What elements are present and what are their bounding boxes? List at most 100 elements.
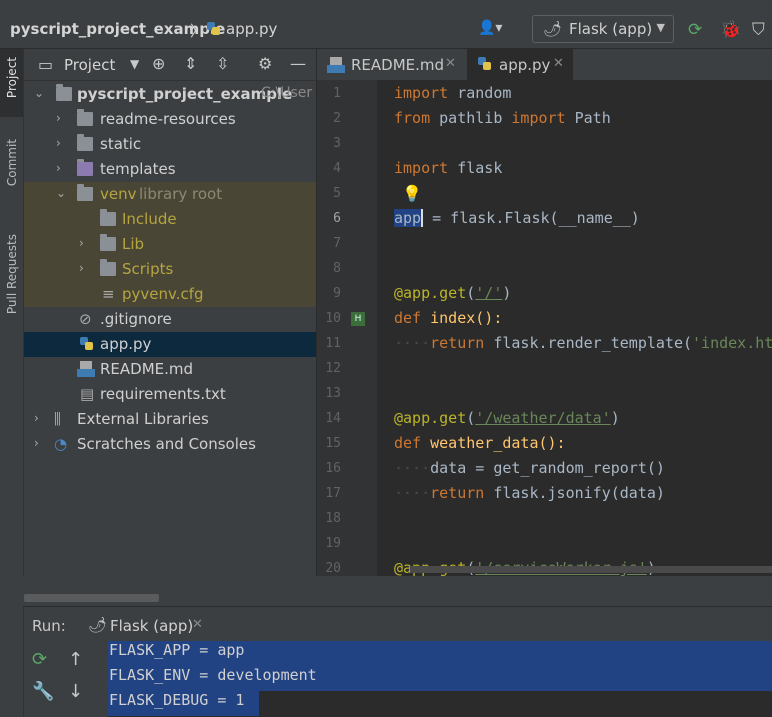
lightbulb-icon[interactable]: 💡: [402, 184, 422, 203]
tab-app-py[interactable]: app.py ✕: [467, 49, 573, 83]
arrow-down-icon[interactable]: ↓: [68, 681, 83, 702]
project-tool-window: ▭ Project ▼ ⊕ ⇕ ⇳ ⚙ — ⌄ pyscript_project…: [24, 49, 316, 605]
close-icon[interactable]: ✕: [192, 617, 203, 632]
tree-item-app-py[interactable]: app.py: [24, 332, 316, 357]
line-number: 16: [325, 461, 341, 476]
tree-item-readme-md[interactable]: README.md: [24, 357, 316, 382]
tree-item-label: Lib: [122, 235, 145, 253]
line-number: 1: [333, 86, 341, 101]
hide-icon[interactable]: —: [290, 54, 306, 73]
folder-icon: [77, 134, 93, 151]
tab-readme-md[interactable]: README.md ✕: [317, 49, 465, 80]
tree-item-scripts[interactable]: › Scripts: [24, 257, 316, 282]
chevron-right-icon: ›: [79, 236, 84, 250]
user-icon[interactable]: 👤▾: [478, 20, 512, 40]
tool-tab-commit-label: Commit: [4, 139, 19, 187]
editor-horizontal-scrollbar[interactable]: [410, 566, 772, 573]
library-icon: ⫼: [54, 410, 61, 428]
line-number: 3: [333, 136, 341, 151]
chevron-right-icon: ›: [56, 111, 61, 125]
tool-tab-project[interactable]: Project: [0, 49, 23, 117]
tree-item-readme-resources[interactable]: › readme-resources: [24, 107, 316, 132]
scratches-icon: ◔: [54, 435, 68, 453]
folder-icon: [77, 109, 93, 126]
line-number: 4: [333, 161, 341, 176]
folder-icon: [56, 84, 72, 101]
line-number: 18: [325, 511, 341, 526]
close-icon[interactable]: ✕: [553, 56, 564, 71]
code-editor[interactable]: import random from pathlib import Path i…: [378, 80, 772, 576]
run-console-output[interactable]: FLASK_APP = app FLASK_ENV = development …: [108, 641, 772, 717]
tree-item-venv[interactable]: ⌄ venv library root: [24, 182, 316, 207]
gear-icon[interactable]: ⚙: [258, 54, 272, 73]
chevron-down-icon[interactable]: ▼: [130, 57, 139, 71]
coverage-icon[interactable]: ⛉: [752, 20, 765, 40]
run-tab-flask-app[interactable]: 🌶 Flask (app) ✕: [82, 607, 212, 644]
code-line: ····return flask.render_template('index.…: [394, 334, 772, 352]
console-line: FLASK_ENV = development: [108, 666, 772, 691]
close-icon[interactable]: ✕: [445, 56, 456, 71]
chevron-right-icon: ›: [34, 411, 39, 425]
tool-tab-pull-requests-label: Pull Requests: [4, 234, 19, 315]
console-line: FLASK_APP = app: [108, 641, 772, 666]
tree-item-templates[interactable]: › templates: [24, 157, 316, 182]
run-panel-label: Run:: [32, 617, 66, 635]
run-tab-label: Flask (app): [110, 617, 194, 635]
code-line: import random: [394, 84, 512, 102]
tree-item-scratches[interactable]: › ◔ Scratches and Consoles: [24, 432, 316, 457]
tree-item-lib[interactable]: › Lib: [24, 232, 316, 257]
tool-tab-commit[interactable]: Commit: [0, 139, 23, 209]
tree-item-label: venv: [100, 185, 137, 203]
tree-item-label: pyscript_project_example: [77, 85, 293, 103]
project-horizontal-scrollbar[interactable]: [24, 594, 159, 602]
tree-item-label: External Libraries: [77, 410, 209, 428]
line-number: 9: [333, 286, 341, 301]
navigation-bar: pyscript_project_example 〉 app.py 👤▾ 🌶 F…: [0, 8, 772, 49]
wrench-icon[interactable]: 🔧: [32, 681, 54, 702]
run-configuration-label: Flask (app): [569, 20, 653, 38]
tree-item-static[interactable]: › static: [24, 132, 316, 157]
line-number: 13: [325, 386, 341, 401]
chevron-down-icon: ⌄: [56, 186, 67, 200]
debug-icon[interactable]: 🐞: [720, 20, 741, 40]
tree-item-label: app.py: [100, 335, 152, 353]
tree-item-requirements-txt[interactable]: ▤ requirements.txt: [24, 382, 316, 407]
tab-label: app.py: [499, 56, 551, 74]
collapse-all-icon[interactable]: ⇳: [216, 54, 229, 73]
tree-item-include[interactable]: Include: [24, 207, 316, 232]
run-panel-header: Run: 🌶 Flask (app) ✕: [24, 607, 772, 644]
python-file-icon: [477, 56, 493, 76]
tree-item-gitignore[interactable]: ⊘ .gitignore: [24, 307, 316, 332]
arrow-up-icon[interactable]: ↑: [68, 649, 83, 670]
chevron-down-icon: ⌄: [34, 86, 45, 100]
editor-tab-bar: README.md ✕ app.py ✕: [317, 49, 772, 83]
tree-item-external-libraries[interactable]: › ⫼ External Libraries: [24, 407, 316, 432]
left-tool-strip: Project Commit Pull Requests: [0, 49, 24, 717]
tree-item-label: pyvenv.cfg: [122, 285, 204, 303]
tree-item-label: static: [100, 135, 142, 153]
chevron-right-icon: ›: [56, 136, 61, 150]
run-gutter-icon[interactable]: H: [351, 312, 365, 326]
python-file-icon: [79, 336, 95, 350]
line-number: 19: [325, 536, 341, 551]
rerun-icon[interactable]: ⟳: [688, 20, 702, 40]
console-line: FLASK_DEBUG = 1: [108, 691, 259, 716]
templates-folder-icon: [77, 159, 93, 176]
markdown-file-icon: [77, 361, 95, 377]
code-line: import flask: [394, 159, 503, 177]
markdown-file-icon: [327, 57, 345, 77]
run-configuration-select[interactable]: 🌶 Flask (app) ▼: [532, 15, 674, 43]
rerun-icon[interactable]: ⟳: [32, 649, 47, 670]
gitignore-file-icon: ⊘: [79, 310, 92, 328]
editor-gutter: 1 2 3 4 5 6 7 8 9 10 11 12 13 14 15 16 1…: [317, 80, 377, 576]
locate-icon[interactable]: ⊕: [152, 54, 165, 73]
tool-tab-pull-requests[interactable]: Pull Requests: [0, 234, 23, 344]
tree-item-pyvenv-cfg[interactable]: ≡ pyvenv.cfg: [24, 282, 316, 307]
project-view-select[interactable]: Project: [64, 56, 115, 74]
code-line: @app.get('/'): [394, 284, 512, 302]
expand-all-icon[interactable]: ⇕: [184, 54, 197, 73]
tree-item-project-root[interactable]: ⌄ pyscript_project_example C:\User: [24, 82, 316, 107]
line-number: 10: [325, 311, 341, 326]
line-number: 12: [325, 361, 341, 376]
breadcrumb-file[interactable]: app.py: [226, 20, 277, 38]
